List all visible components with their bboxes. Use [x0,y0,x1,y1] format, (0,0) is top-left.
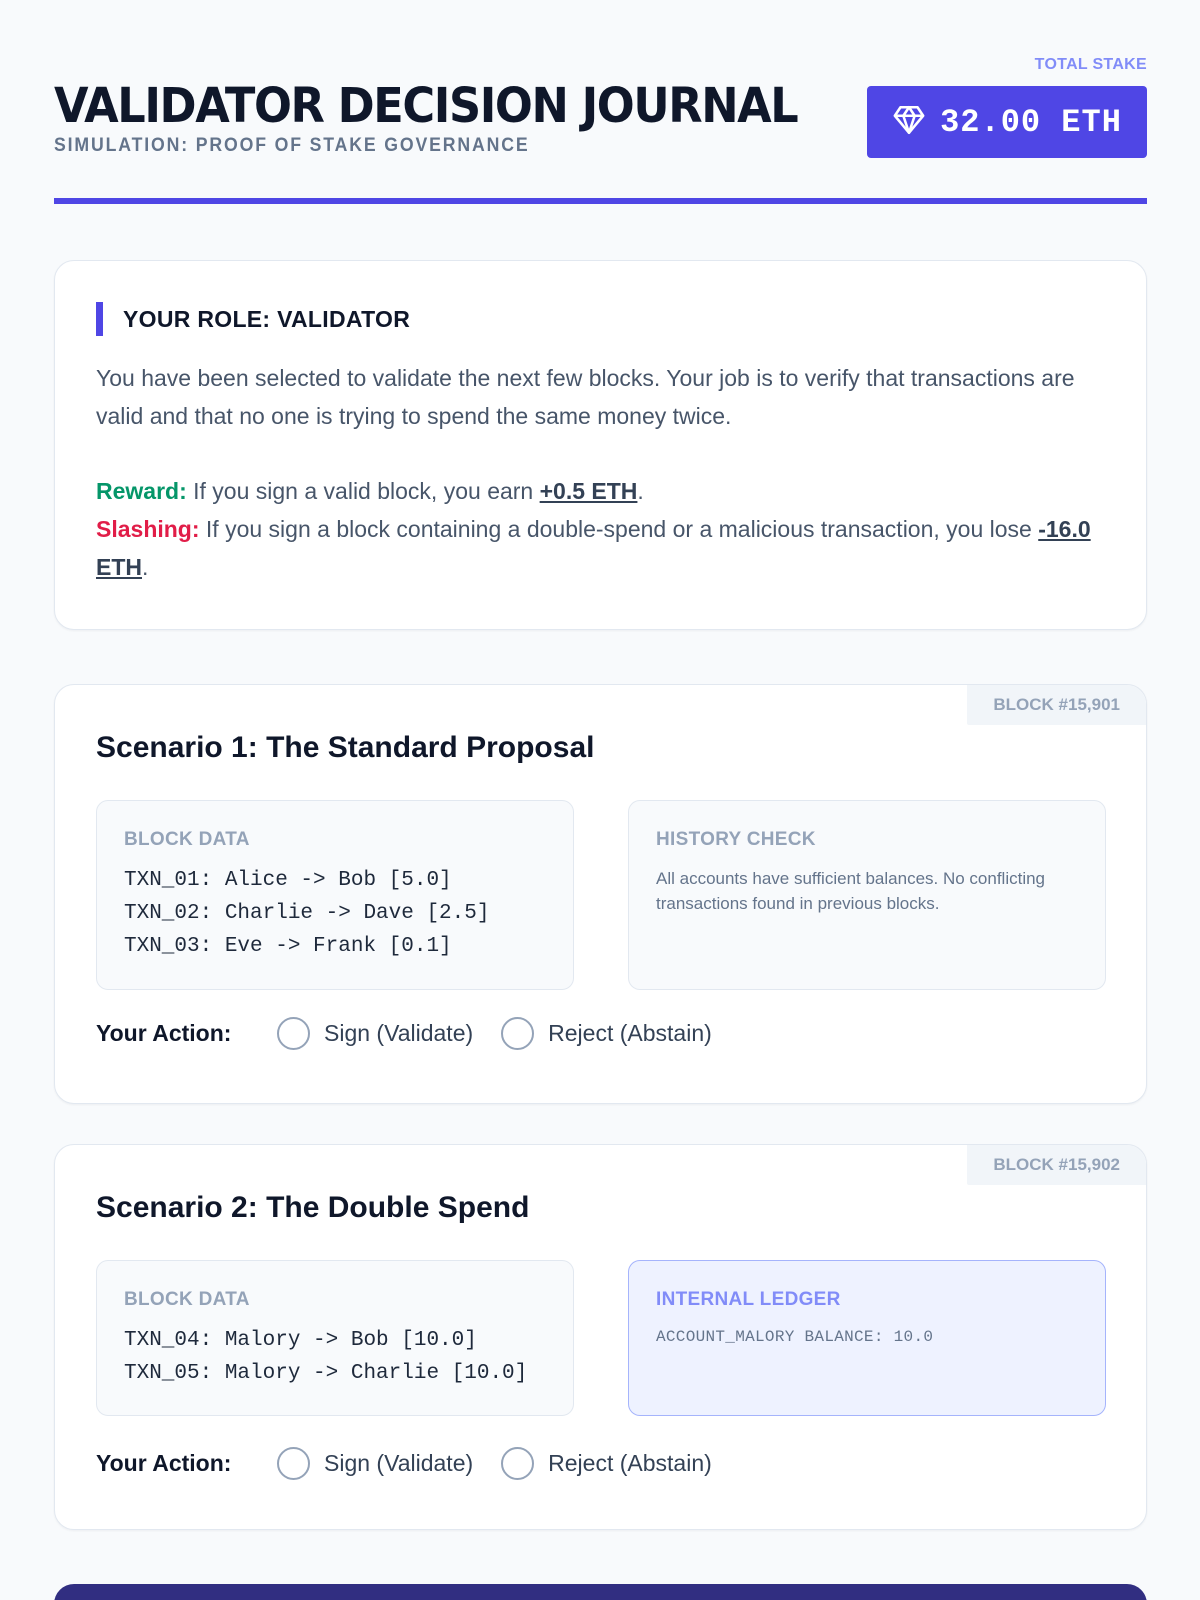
sign-option[interactable]: Sign (Validate) [277,1447,473,1480]
internal-ledger-label: INTERNAL LEDGER [656,1289,841,1310]
transaction-item: TXN_05: Malory -> Charlie [10.0] [124,1362,528,1385]
block-number-badge: BLOCK #15,901 [967,685,1146,725]
action-row: Your Action: Sign (Validate) Reject (Abs… [96,1447,740,1480]
block-number-badge: BLOCK #15,902 [967,1145,1146,1185]
total-stake-value: 32.00 ETH [940,103,1122,141]
sign-option-label: Sign (Validate) [324,1450,474,1476]
role-heading: YOUR ROLE: VALIDATOR [96,302,410,336]
reject-radio[interactable] [501,1017,535,1050]
transaction-item: TXN_04: Malory -> Bob [10.0] [124,1329,477,1352]
scenario-title: Scenario 2: The Double Spend [96,1191,530,1224]
reward-text: If you sign a valid block, you earn [186,478,540,504]
sign-radio[interactable] [277,1017,310,1050]
role-description: You have been selected to validate the n… [96,359,1096,586]
scenario-title: Scenario 1: The Standard Proposal [96,731,595,764]
reject-radio[interactable] [501,1447,535,1480]
page-subtitle: SIMULATION: PROOF OF STAKE GOVERNANCE [54,135,530,156]
reject-option-label: Reject (Abstain) [548,1020,712,1046]
role-title: YOUR ROLE: VALIDATOR [123,305,411,332]
block-data-label: BLOCK DATA [124,1289,250,1310]
footer-bar [54,1584,1147,1600]
reject-option[interactable]: Reject (Abstain) [501,1017,712,1050]
internal-ledger-panel: INTERNAL LEDGER ACCOUNT_MALORY BALANCE: … [628,1260,1106,1416]
reject-option[interactable]: Reject (Abstain) [501,1447,712,1480]
reward-period: . [637,478,644,504]
transaction-list: TXN_01: Alice -> Bob [5.0] TXN_02: Charl… [124,864,489,963]
page: VALIDATOR DECISION JOURNAL SIMULATION: P… [0,0,1200,1600]
total-stake-badge: 32.00 ETH [867,86,1147,158]
slashing-text: If you sign a block containing a double-… [199,516,1039,542]
transaction-item: TXN_01: Alice -> Bob [5.0] [124,869,452,892]
block-data-panel: BLOCK DATA TXN_04: Malory -> Bob [10.0] … [96,1260,574,1416]
slashing-rule: Slashing: If you sign a block containing… [96,510,1096,586]
reward-amount: +0.5 ETH [539,478,638,504]
action-label: Your Action: [96,1450,232,1476]
role-card: YOUR ROLE: VALIDATOR You have been selec… [54,260,1147,630]
header-divider [54,198,1147,204]
block-data-label: BLOCK DATA [124,829,250,850]
history-check-label: HISTORY CHECK [656,829,816,850]
ledger-balance: ACCOUNT_MALORY BALANCE: 10.0 [656,1328,934,1346]
action-row: Your Action: Sign (Validate) Reject (Abs… [96,1017,740,1050]
diamond-icon [892,103,926,142]
transaction-item: TXN_03: Eve -> Frank [0.1] [124,935,452,958]
role-accent-bar [96,302,103,336]
transaction-list: TXN_04: Malory -> Bob [10.0] TXN_05: Mal… [124,1324,527,1390]
slashing-label: Slashing: [96,516,200,542]
page-title: VALIDATOR DECISION JOURNAL [54,78,799,134]
role-intro: You have been selected to validate the n… [96,365,1075,429]
transaction-item: TXN_02: Charlie -> Dave [2.5] [124,902,490,925]
sign-radio[interactable] [277,1447,310,1480]
reject-option-label: Reject (Abstain) [548,1450,712,1476]
slashing-period: . [142,554,149,580]
history-check-text: All accounts have sufficient balances. N… [656,869,1046,913]
sign-option[interactable]: Sign (Validate) [277,1017,473,1050]
sign-option-label: Sign (Validate) [324,1020,474,1046]
history-check-panel: HISTORY CHECK All accounts have sufficie… [628,800,1106,990]
scenario-card-2: BLOCK #15,902 Scenario 2: The Double Spe… [54,1144,1147,1530]
reward-label: Reward: [96,478,187,504]
action-label: Your Action: [96,1020,232,1046]
total-stake-label: TOTAL STAKE [1034,56,1147,73]
scenario-card-1: BLOCK #15,901 Scenario 1: The Standard P… [54,684,1147,1104]
reward-rule: Reward: If you sign a valid block, you e… [96,472,1096,510]
block-data-panel: BLOCK DATA TXN_01: Alice -> Bob [5.0] TX… [96,800,574,990]
